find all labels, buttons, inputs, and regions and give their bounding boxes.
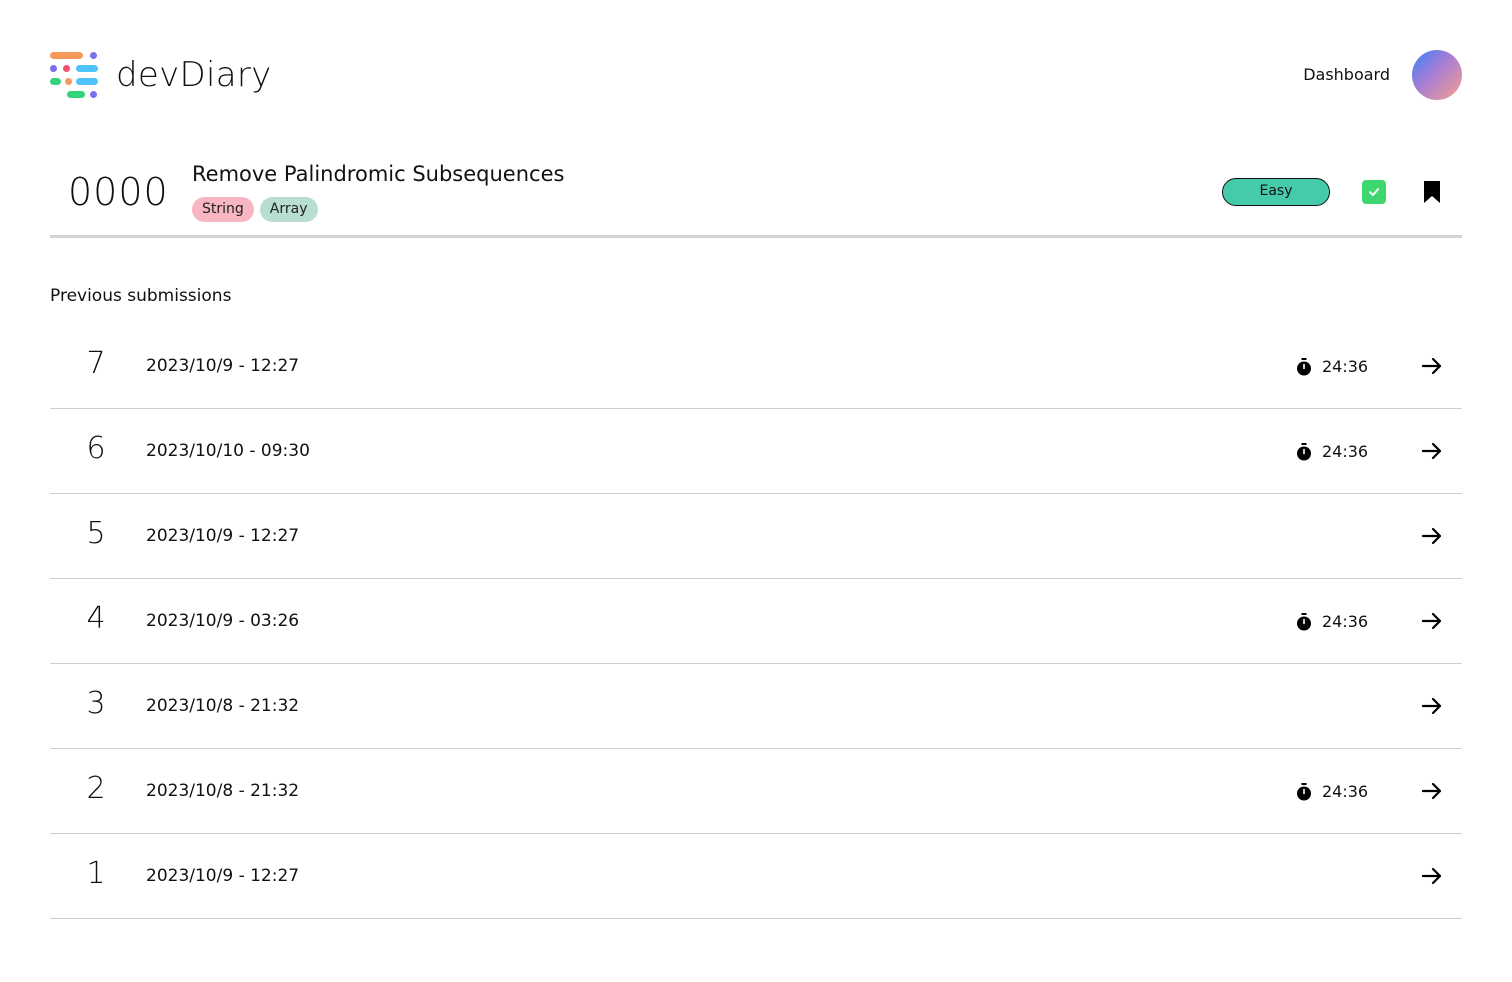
tag-string[interactable]: String <box>192 197 254 222</box>
arrow-right-icon[interactable] <box>1420 439 1444 463</box>
difficulty-badge: Easy <box>1222 178 1330 206</box>
arrow-right-icon[interactable] <box>1420 864 1444 888</box>
submission-datetime: 2023/10/8 - 21:32 <box>146 696 300 716</box>
submissions-list: 7 2023/10/9 - 12:27 24:36 6 2023/10/10 -… <box>50 324 1462 919</box>
solved-checkbox[interactable] <box>1362 180 1386 204</box>
submission-datetime: 2023/10/9 - 03:26 <box>146 611 300 631</box>
bookmark-icon[interactable] <box>1422 180 1442 204</box>
brand-name: devDiary <box>116 55 272 95</box>
tag-array[interactable]: Array <box>259 197 318 222</box>
problem-header: 0000 Remove Palindromic Subsequences Str… <box>50 150 1462 238</box>
previous-submissions-heading: Previous submissions <box>50 286 232 306</box>
stopwatch-icon <box>1297 612 1311 630</box>
submission-number: 4 <box>86 601 106 636</box>
user-avatar[interactable] <box>1412 50 1462 100</box>
check-icon <box>1369 188 1379 196</box>
submission-row[interactable]: 4 2023/10/9 - 03:26 24:36 <box>50 579 1462 664</box>
submission-datetime: 2023/10/9 - 12:27 <box>146 356 300 376</box>
devdiary-logo-icon <box>50 50 98 100</box>
submission-time: 24:36 <box>1322 782 1369 801</box>
submission-number: 1 <box>86 856 106 891</box>
submission-timer: 24:36 <box>1296 442 1368 461</box>
arrow-right-icon[interactable] <box>1420 779 1444 803</box>
submission-row[interactable]: 2 2023/10/8 - 21:32 24:36 <box>50 749 1462 834</box>
submission-row[interactable]: 5 2023/10/9 - 12:27 <box>50 494 1462 579</box>
stopwatch-icon <box>1297 782 1311 800</box>
submission-timer: 24:36 <box>1296 357 1368 376</box>
stopwatch-icon <box>1297 442 1311 460</box>
arrow-right-icon[interactable] <box>1420 524 1444 548</box>
submission-timer: 24:36 <box>1296 612 1368 631</box>
problem-id: 0000 <box>68 170 169 214</box>
submission-timer: 24:36 <box>1296 782 1368 801</box>
submission-row[interactable]: 6 2023/10/10 - 09:30 24:36 <box>50 409 1462 494</box>
submission-datetime: 2023/10/10 - 09:30 <box>146 441 310 461</box>
submission-datetime: 2023/10/8 - 21:32 <box>146 781 300 801</box>
arrow-right-icon[interactable] <box>1420 694 1444 718</box>
submission-time: 24:36 <box>1322 612 1369 631</box>
logo[interactable]: devDiary <box>50 48 272 102</box>
submission-time: 24:36 <box>1322 357 1369 376</box>
problem-tags: String Array <box>192 197 318 222</box>
submission-datetime: 2023/10/9 - 12:27 <box>146 526 300 546</box>
submission-number: 6 <box>86 431 106 466</box>
submission-number: 5 <box>86 516 106 551</box>
arrow-right-icon[interactable] <box>1420 609 1444 633</box>
submission-row[interactable]: 3 2023/10/8 - 21:32 <box>50 664 1462 749</box>
nav-dashboard-link[interactable]: Dashboard <box>1303 65 1390 84</box>
problem-title: Remove Palindromic Subsequences <box>192 162 565 186</box>
submission-row[interactable]: 7 2023/10/9 - 12:27 24:36 <box>50 324 1462 409</box>
submission-time: 24:36 <box>1322 442 1369 461</box>
app-header: devDiary Dashboard <box>50 48 1462 102</box>
submission-datetime: 2023/10/9 - 12:27 <box>146 866 300 886</box>
submission-number: 2 <box>86 771 106 806</box>
stopwatch-icon <box>1297 357 1311 375</box>
submission-number: 3 <box>86 686 106 721</box>
submission-row[interactable]: 1 2023/10/9 - 12:27 <box>50 834 1462 919</box>
submission-number: 7 <box>86 346 106 381</box>
arrow-right-icon[interactable] <box>1420 354 1444 378</box>
